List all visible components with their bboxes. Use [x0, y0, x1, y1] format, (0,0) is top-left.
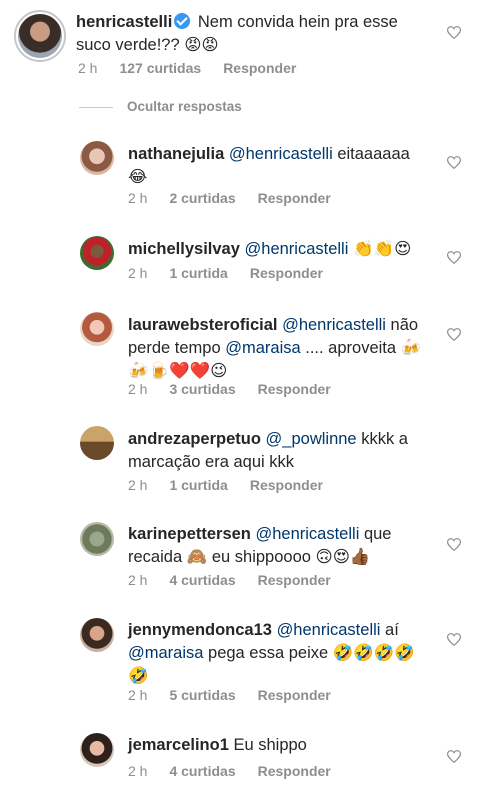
- heart-icon[interactable]: [447, 538, 461, 551]
- reply-text: michellysilvay @henricastelli 👏👏😍: [128, 238, 428, 261]
- reply-button[interactable]: Responder: [258, 687, 331, 703]
- timestamp: 2 h: [128, 687, 148, 703]
- reply-button[interactable]: Responder: [250, 477, 323, 493]
- likes-count[interactable]: 1 curtida: [169, 265, 227, 281]
- username[interactable]: nathanejulia: [128, 145, 224, 163]
- reply-meta: 2 h 3 curtidas Responder: [128, 381, 353, 397]
- heart-icon[interactable]: [447, 156, 461, 169]
- reply-body: Eu shippo: [228, 736, 307, 754]
- reply-text: karinepettersen @henricastelli que recai…: [128, 523, 428, 569]
- likes-count[interactable]: 4 curtidas: [169, 763, 235, 779]
- reply-button[interactable]: Responder: [258, 381, 331, 397]
- avatar[interactable]: [80, 522, 114, 556]
- likes-count[interactable]: 4 curtidas: [169, 572, 235, 588]
- timestamp: 2 h: [128, 477, 148, 493]
- reply-meta: 2 h 4 curtidas Responder: [128, 763, 353, 779]
- likes-count[interactable]: 127 curtidas: [119, 60, 201, 76]
- username[interactable]: jemarcelino1: [128, 736, 229, 754]
- username[interactable]: jennymendonca13: [128, 621, 272, 639]
- reply-button[interactable]: Responder: [250, 265, 323, 281]
- reply-text: andrezaperpetuo @_powlinne kkkk a marcaç…: [128, 428, 428, 474]
- reply-text: jennymendonca13 @henricastelli aí @marai…: [128, 619, 433, 688]
- verified-icon: [174, 13, 191, 29]
- username[interactable]: andrezaperpetuo: [128, 430, 261, 448]
- heart-icon[interactable]: [447, 633, 461, 646]
- username[interactable]: laurawebsteroficial: [128, 316, 277, 334]
- mention-link[interactable]: @maraisa: [128, 644, 203, 662]
- reply-body: aí: [380, 621, 399, 639]
- heart-icon[interactable]: [447, 750, 461, 763]
- username[interactable]: henricastelli: [76, 13, 172, 31]
- avatar[interactable]: [80, 618, 114, 652]
- reply-meta: 2 h 5 curtidas Responder: [128, 687, 353, 703]
- avatar[interactable]: [80, 141, 114, 175]
- heart-icon[interactable]: [447, 26, 461, 39]
- hide-replies-button[interactable]: Ocultar respostas: [79, 99, 242, 117]
- username[interactable]: michellysilvay: [128, 240, 240, 258]
- mention-link[interactable]: @henricastelli: [277, 621, 381, 639]
- reply-button[interactable]: Responder: [258, 572, 331, 588]
- avatar[interactable]: [80, 733, 114, 767]
- mention-link[interactable]: @henricastelli: [282, 316, 386, 334]
- timestamp: 2 h: [128, 190, 148, 206]
- reply-meta: 2 h 4 curtidas Responder: [128, 572, 353, 588]
- reply-button[interactable]: Responder: [223, 60, 296, 76]
- timestamp: 2 h: [128, 381, 148, 397]
- mention-link[interactable]: @_powlinne: [266, 430, 357, 448]
- mention-link[interactable]: @henricastelli: [229, 145, 333, 163]
- reply-text: laurawebsteroficial @henricastelli não p…: [128, 314, 433, 383]
- reply-meta: 2 h 2 curtidas Responder: [128, 190, 353, 206]
- comment-text: henricastelli Nem convida hein pra esse …: [76, 11, 426, 57]
- reply-text: nathanejulia @henricastelli eitaaaaaa 😂: [128, 143, 428, 189]
- likes-count[interactable]: 3 curtidas: [169, 381, 235, 397]
- hide-replies-label: Ocultar respostas: [127, 99, 242, 114]
- reply-button[interactable]: Responder: [258, 190, 331, 206]
- reply-meta: 2 h 1 curtida Responder: [128, 477, 345, 493]
- main-comment: henricastelli Nem convida hein pra esse …: [0, 0, 487, 90]
- reply-button[interactable]: Responder: [258, 763, 331, 779]
- heart-icon[interactable]: [447, 251, 461, 264]
- mention-link[interactable]: @henricastelli: [255, 525, 359, 543]
- reply-body: 👏👏😍: [348, 240, 412, 258]
- likes-count[interactable]: 2 curtidas: [169, 190, 235, 206]
- avatar[interactable]: [14, 10, 66, 62]
- avatar-image: [18, 14, 62, 58]
- avatar[interactable]: [80, 236, 114, 270]
- reply-meta: 2 h 1 curtida Responder: [128, 265, 345, 281]
- username[interactable]: karinepettersen: [128, 525, 251, 543]
- reply-text: jemarcelino1 Eu shippo: [128, 734, 428, 757]
- timestamp: 2 h: [78, 60, 98, 76]
- comment-meta: 2 h 127 curtidas Responder: [78, 60, 318, 76]
- timestamp: 2 h: [128, 763, 148, 779]
- divider-line: [79, 106, 113, 108]
- avatar[interactable]: [80, 426, 114, 460]
- likes-count[interactable]: 5 curtidas: [169, 687, 235, 703]
- mention-link[interactable]: @maraisa: [225, 339, 300, 357]
- timestamp: 2 h: [128, 265, 148, 281]
- heart-icon[interactable]: [447, 328, 461, 341]
- mention-link[interactable]: @henricastelli: [245, 240, 349, 258]
- timestamp: 2 h: [128, 572, 148, 588]
- likes-count[interactable]: 1 curtida: [169, 477, 227, 493]
- avatar[interactable]: [80, 312, 114, 346]
